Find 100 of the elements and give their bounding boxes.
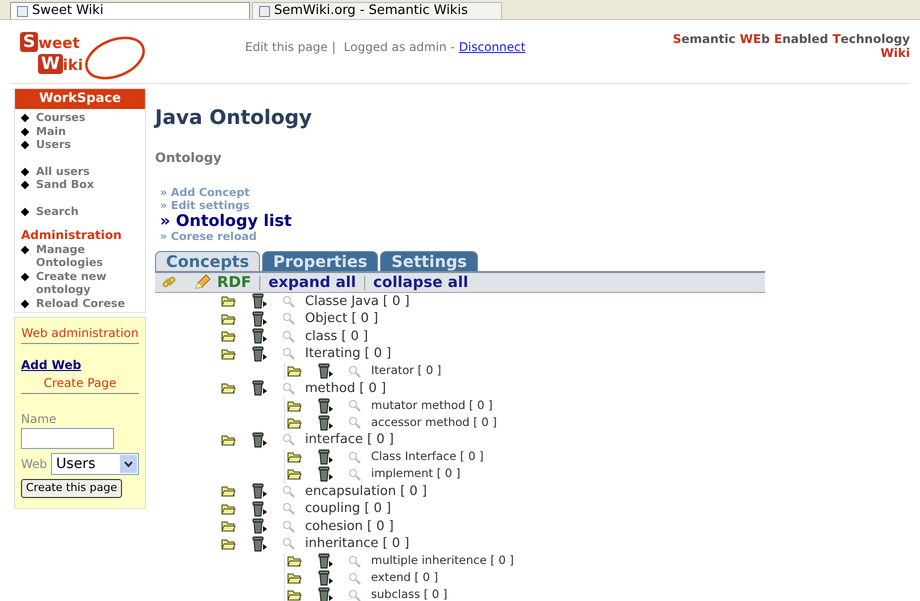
concept-link[interactable]: mutator method [ 0 ]: [371, 396, 493, 414]
panel-heading: Web administration: [21, 324, 139, 344]
web-select[interactable]: Users: [51, 453, 139, 475]
trash-can-icon[interactable]: [317, 414, 334, 430]
folder-icon[interactable]: [287, 365, 302, 377]
concept-link[interactable]: cohesion [ 0 ]: [305, 516, 394, 536]
trash-can-icon[interactable]: [251, 518, 268, 534]
folder-icon[interactable]: [221, 382, 236, 394]
trash-can-icon[interactable]: [317, 449, 334, 465]
trash-can-icon[interactable]: [317, 466, 334, 482]
bullet-icon: [20, 299, 30, 308]
sidebar-link[interactable]: Main: [36, 124, 66, 138]
name-input[interactable]: [21, 428, 114, 449]
folder-icon[interactable]: [287, 468, 302, 480]
trash-can-icon[interactable]: [251, 536, 268, 552]
concept-link[interactable]: accessor method [ 0 ]: [371, 414, 497, 432]
trash-can-icon[interactable]: [251, 310, 268, 327]
concept-link[interactable]: coupling [ 0 ]: [305, 499, 392, 518]
trash-can-icon[interactable]: [251, 293, 268, 310]
tab[interactable]: Concepts: [155, 250, 260, 270]
bullet-icon: [20, 272, 30, 281]
folder-icon[interactable]: [221, 520, 236, 532]
folder-icon[interactable]: [221, 330, 236, 342]
workspace-title: WorkSpace: [15, 89, 145, 109]
tab[interactable]: Settings: [380, 250, 478, 270]
concept-link[interactable]: Classe Java [ 0 ]: [305, 292, 410, 311]
trash-can-icon[interactable]: [251, 432, 268, 448]
folder-icon[interactable]: [221, 502, 236, 515]
concept-link[interactable]: Object [ 0 ]: [305, 309, 378, 328]
bullet-icon: [20, 207, 30, 216]
folder-icon[interactable]: [221, 295, 236, 308]
browser-tab[interactable]: Sweet Wiki: [10, 2, 250, 19]
folder-icon[interactable]: [287, 555, 302, 567]
concept-link[interactable]: Iterating [ 0 ]: [305, 344, 392, 364]
edit-page-link[interactable]: Edit this page: [245, 38, 328, 56]
bullet-icon: [20, 245, 30, 254]
folder-icon[interactable]: [287, 572, 302, 584]
page-icon: [259, 6, 270, 16]
disconnect-link[interactable]: Disconnect: [458, 38, 526, 56]
concept-link[interactable]: implement [ 0 ]: [371, 465, 460, 483]
bullet-icon: [20, 167, 30, 176]
sidebar-link[interactable]: Search: [36, 204, 79, 218]
folder-icon[interactable]: [287, 416, 302, 428]
create-page-button[interactable]: Create this page: [21, 479, 122, 498]
tab[interactable]: Properties: [262, 250, 378, 270]
page-subtitle: Ontology: [155, 150, 223, 168]
concept-link[interactable]: encapsulation [ 0 ]: [305, 482, 427, 501]
trash-can-icon[interactable]: [251, 328, 268, 344]
sidebar-link[interactable]: Manage Ontologies: [36, 242, 139, 270]
add-web-link[interactable]: Add Web: [21, 356, 139, 374]
field-label: Web: [21, 456, 48, 473]
sidebar-link[interactable]: All users: [36, 164, 90, 178]
field-label: Name: [21, 411, 58, 428]
section-heading: Administration: [21, 229, 123, 242]
concept-link[interactable]: multiple inheritence [ 0 ]: [371, 552, 514, 570]
rdf-link[interactable]: RDF: [217, 270, 252, 294]
sidebar-link[interactable]: Sand Box: [36, 178, 94, 192]
concept-link[interactable]: subclass [ 0 ]: [371, 586, 448, 601]
login-status: Logged as admin -: [344, 39, 455, 56]
folder-icon[interactable]: [287, 400, 302, 412]
trash-can-icon[interactable]: [317, 587, 334, 601]
separator-text: |: [362, 272, 368, 293]
panel-heading: Create Page: [21, 374, 139, 394]
folder-icon[interactable]: [221, 538, 236, 550]
concept-link[interactable]: interface [ 0 ]: [305, 430, 394, 450]
separator-text: |: [332, 39, 336, 56]
sidebar-link[interactable]: Reload Corese: [36, 296, 125, 310]
trash-can-icon[interactable]: [317, 398, 334, 414]
bullet-icon: [20, 180, 30, 190]
sidebar-link[interactable]: Users: [36, 138, 71, 152]
trash-can-icon[interactable]: [251, 500, 268, 517]
sidebar-link[interactable]: Create new ontology: [36, 270, 139, 296]
trash-can-icon[interactable]: [251, 380, 268, 396]
sidebar-link[interactable]: Courses: [36, 111, 86, 124]
concept-link[interactable]: class [ 0 ]: [305, 326, 368, 346]
concept-link[interactable]: inheritance [ 0 ]: [305, 534, 410, 554]
trash-can-icon[interactable]: [251, 346, 268, 362]
expand-all-link[interactable]: expand all: [268, 270, 356, 294]
folder-icon[interactable]: [287, 451, 302, 463]
separator-text: |: [257, 272, 262, 293]
folder-icon[interactable]: [287, 589, 302, 601]
bullet-icon: [20, 140, 30, 150]
trash-can-icon[interactable]: [317, 363, 334, 379]
collapse-all-link[interactable]: collapse all: [373, 270, 468, 294]
trash-can-icon[interactable]: [317, 570, 334, 586]
trash-can-icon[interactable]: [317, 553, 334, 569]
bullet-icon: [20, 114, 30, 122]
bullet-icon: [20, 127, 30, 136]
page-link[interactable]: » Ontology list: [160, 212, 920, 230]
folder-icon[interactable]: [221, 485, 236, 498]
concept-link[interactable]: Iterator [ 0 ]: [371, 362, 442, 380]
concept-link[interactable]: Class Interface [ 0 ]: [371, 448, 484, 466]
trash-can-icon[interactable]: [251, 483, 268, 500]
folder-icon[interactable]: [221, 348, 236, 360]
pencil-icon[interactable]: [193, 274, 211, 290]
concept-link[interactable]: extend [ 0 ]: [371, 569, 438, 587]
folder-icon[interactable]: [221, 312, 236, 325]
concept-link[interactable]: method [ 0 ]: [305, 378, 386, 398]
browser-tab[interactable]: SemWiki.org - Semantic Wikis: [252, 2, 502, 19]
folder-icon[interactable]: [221, 434, 236, 446]
